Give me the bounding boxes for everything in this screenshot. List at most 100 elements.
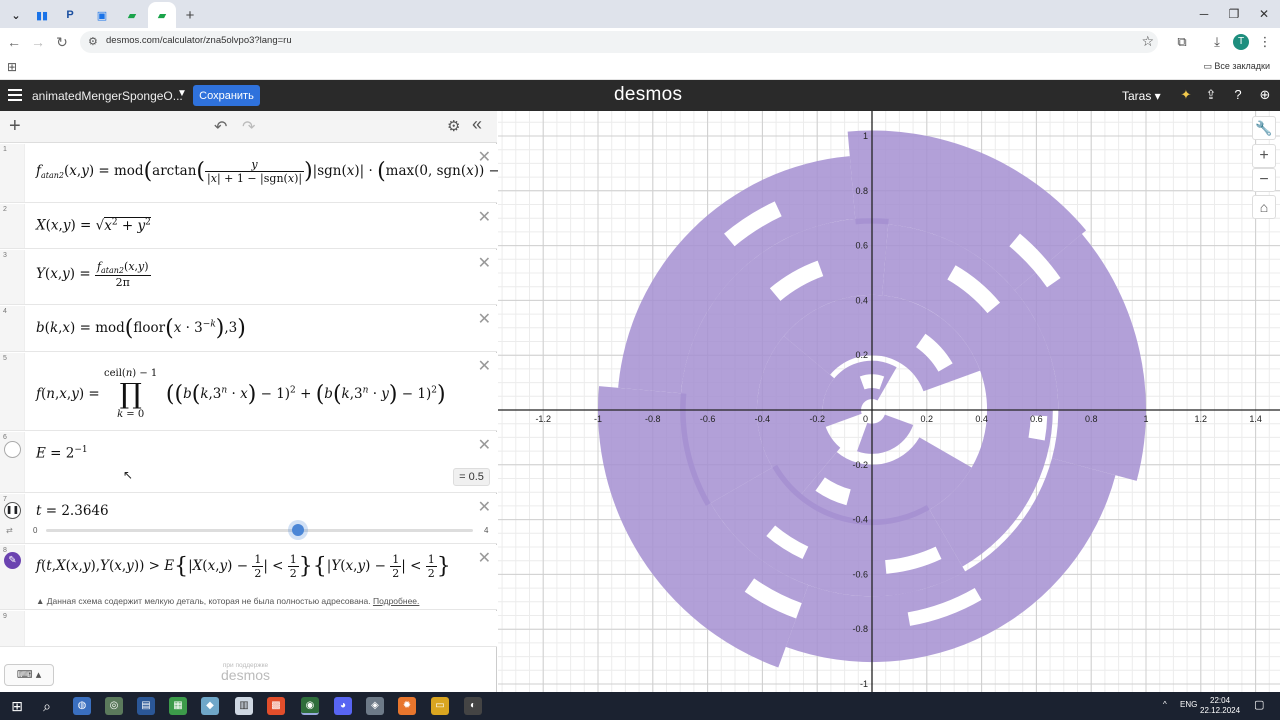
hamburger-menu-icon[interactable] [8, 87, 22, 101]
zoom-in-icon[interactable]: + [1252, 144, 1276, 168]
slider-min[interactable]: 0 [33, 526, 37, 535]
forward-icon[interactable]: → [28, 32, 48, 52]
tab-p-favicon-icon[interactable]: P [58, 4, 82, 26]
system-clock[interactable]: 22:04 22.12.2024 [1200, 696, 1240, 716]
graph-title[interactable]: animatedMengerSpongeO... [32, 89, 183, 103]
expression-row[interactable]: 5 f(n,x,y) = ceil(n) − 1 ∏ k = 0 ((b(k,3n … [0, 353, 497, 431]
keyboard-toggle-icon[interactable]: ⌨ ▴ [4, 664, 54, 686]
slider-direction-icon[interactable]: ⇄ [6, 526, 13, 535]
restore-icon[interactable]: ❐ [1220, 4, 1248, 24]
browser-tab-strip: ⌄ ▮▮ P ▣ ▰ ▰ + ─ ❐ ✕ [0, 0, 1280, 28]
taskbar-app-icon[interactable]: ◈ [366, 697, 384, 715]
slider-track[interactable] [46, 529, 473, 532]
expression-row-empty[interactable]: 9 [0, 611, 497, 647]
globe-icon[interactable]: ⊕ [1257, 87, 1273, 103]
new-tab-icon[interactable]: + [178, 4, 202, 26]
close-window-icon[interactable]: ✕ [1250, 4, 1278, 24]
delete-expression-icon[interactable]: ✕ [478, 548, 491, 568]
extensions-icon[interactable]: ⧉ [1172, 32, 1192, 52]
tab-active-desmos[interactable]: ▰ [148, 2, 176, 28]
profile-avatar[interactable]: T [1233, 34, 1249, 50]
expression-math[interactable]: f(n,x,y) = ceil(n) − 1 ∏ k = 0 ((b(k,3n · … [36, 367, 446, 421]
taskbar-app-icon[interactable]: ▤ [137, 697, 155, 715]
apps-grid-icon[interactable]: ⊞ [7, 60, 17, 74]
site-info-icon[interactable]: ⚙ [88, 35, 98, 48]
delete-expression-icon[interactable]: ✕ [478, 356, 491, 376]
delete-expression-icon[interactable]: ✕ [478, 309, 491, 329]
downloads-icon[interactable]: ⤓ [1207, 32, 1227, 52]
taskbar-app-icon[interactable]: ▦ [169, 697, 187, 715]
home-icon[interactable]: ⌂ [1252, 195, 1276, 219]
windows-start-icon[interactable]: ⊞ [8, 697, 26, 715]
tray-chevron-icon[interactable]: ^ [1163, 700, 1167, 709]
color-style-icon[interactable]: ✎ [4, 552, 21, 569]
save-button[interactable]: Сохранить [193, 85, 260, 106]
undo-icon[interactable]: ↶ [214, 117, 227, 137]
slider-toggle-icon[interactable] [4, 441, 21, 458]
taskbar-app-icon[interactable]: ✹ [398, 697, 416, 715]
share-icon[interactable]: ⇪ [1203, 87, 1219, 103]
expression-row[interactable]: 3 Y(x,y) = fatan2(x,y) 2π ✕ [0, 250, 497, 305]
taskbar-folder-icon[interactable]: ▭ [431, 697, 449, 715]
tab-blue-favicon-icon[interactable]: ▣ [90, 4, 114, 26]
expression-row[interactable]: 2 X(x,y) = √x2 + y2 ✕ [0, 204, 497, 249]
delete-expression-icon[interactable]: ✕ [478, 253, 491, 273]
redo-icon[interactable]: ↷ [242, 117, 255, 137]
pause-icon[interactable]: ❚❚ [4, 502, 21, 519]
taskbar-app-icon[interactable]: ▥ [235, 697, 253, 715]
zoom-out-icon[interactable]: − [1252, 168, 1276, 192]
expression-math[interactable]: fatan2(x,y) = mod(arctan(y |x| + 1 − |sgn… [36, 158, 500, 185]
reload-icon[interactable]: ↻ [52, 32, 72, 52]
help-icon[interactable]: ? [1230, 87, 1246, 103]
expression-math[interactable]: t = 2.3646 [36, 503, 109, 519]
x-tick-label: 0.6 [1030, 414, 1043, 424]
taskbar-app-icon[interactable]: ◍ [73, 697, 91, 715]
settings-gear-icon[interactable]: ⚙ [447, 117, 460, 135]
graph-area[interactable]: -1.2 -1 -0.8 -0.6 -0.4 -0.2 0 0.2 0.4 0.6 0.8 1 1.2 1… [498, 111, 1280, 692]
graph-settings-wrench-icon[interactable]: 🔧 [1252, 116, 1276, 140]
expression-math[interactable]: Y(x,y) = fatan2(x,y) 2π [36, 260, 151, 289]
bookmark-star-icon[interactable]: ☆ [1141, 33, 1154, 50]
all-bookmarks-button[interactable]: ▭ Все закладки [1203, 61, 1270, 72]
taskbar-app-icon[interactable]: ◎ [105, 697, 123, 715]
collapse-panel-icon[interactable]: « [472, 114, 482, 135]
delete-expression-icon[interactable]: ✕ [478, 497, 491, 517]
sparkle-icon[interactable]: ✦ [1178, 87, 1194, 103]
expression-gutter: 5 [0, 353, 25, 430]
add-expression-icon[interactable]: + [9, 115, 21, 138]
expression-number: 4 [3, 308, 7, 315]
search-icon[interactable]: ⌕ [38, 697, 56, 715]
expression-row[interactable]: 4 b(k,x) = mod(floor(x · 3−k),3) ✕ [0, 306, 497, 352]
delete-expression-icon[interactable]: ✕ [478, 207, 491, 227]
language-indicator[interactable]: ENG [1180, 700, 1197, 709]
back-icon[interactable]: ← [4, 32, 24, 52]
minimize-icon[interactable]: ─ [1190, 4, 1218, 24]
url-field[interactable]: ⚙ desmos.com/calculator/zna5olvpo3?lang=… [80, 31, 1158, 53]
browser-menu-icon[interactable]: ⋮ [1255, 32, 1275, 52]
delete-expression-icon[interactable]: ✕ [478, 147, 491, 167]
learn-more-link[interactable]: Подробнее. [373, 596, 419, 606]
expression-math[interactable]: X(x,y) = √x2 + y2 [36, 216, 151, 234]
slider-max[interactable]: 4 [484, 526, 488, 535]
graph-canvas[interactable]: -1.2 -1 -0.8 -0.6 -0.4 -0.2 0 0.2 0.4 0.6 0.8 1 1.2 1… [498, 111, 1280, 692]
taskbar-chrome-icon[interactable]: ◉ [301, 697, 319, 715]
expression-math[interactable]: E = 2−1 [36, 445, 88, 462]
user-menu[interactable]: Taras ▾ [1122, 89, 1161, 103]
tab-chart-favicon-icon[interactable]: ▮▮ [30, 4, 54, 26]
expression-row[interactable]: 6 E = 2−1 = 0.5 ✕ [0, 432, 497, 493]
expression-row[interactable]: 1 fatan2(x,y) = mod(arctan(y |x| + 1 − |s… [0, 144, 500, 203]
taskbar-app-icon[interactable]: ◆ [201, 697, 219, 715]
taskbar-app-icon[interactable]: ◐ [464, 697, 482, 715]
expression-math[interactable]: b(k,x) = mod(floor(x · 3−k),3) [36, 316, 246, 341]
slider-thumb[interactable] [292, 524, 305, 536]
tab-green-favicon-icon[interactable]: ▰ [120, 4, 144, 26]
taskbar-app-icon[interactable]: ▩ [267, 697, 285, 715]
taskbar-discord-icon[interactable]: ◕ [334, 697, 352, 715]
delete-expression-icon[interactable]: ✕ [478, 435, 491, 455]
notifications-icon[interactable]: ▢ [1254, 698, 1264, 711]
expression-math[interactable]: f(t,X(x,y),Y(x,y)) > E{|X(x,y) − 1 2 | < 1… [36, 553, 451, 580]
tab-list-chevron-icon[interactable]: ⌄ [4, 4, 28, 26]
title-dropdown-icon[interactable]: ▼ [177, 88, 187, 99]
expression-row[interactable]: 7 ❚❚ ⇄ t = 2.3646 0 4 ✕ [0, 494, 497, 544]
expression-row[interactable]: 8 ✎ f(t,X(x,y),Y(x,y)) > E{|X(x,y) − 1 2 |… [0, 545, 497, 610]
